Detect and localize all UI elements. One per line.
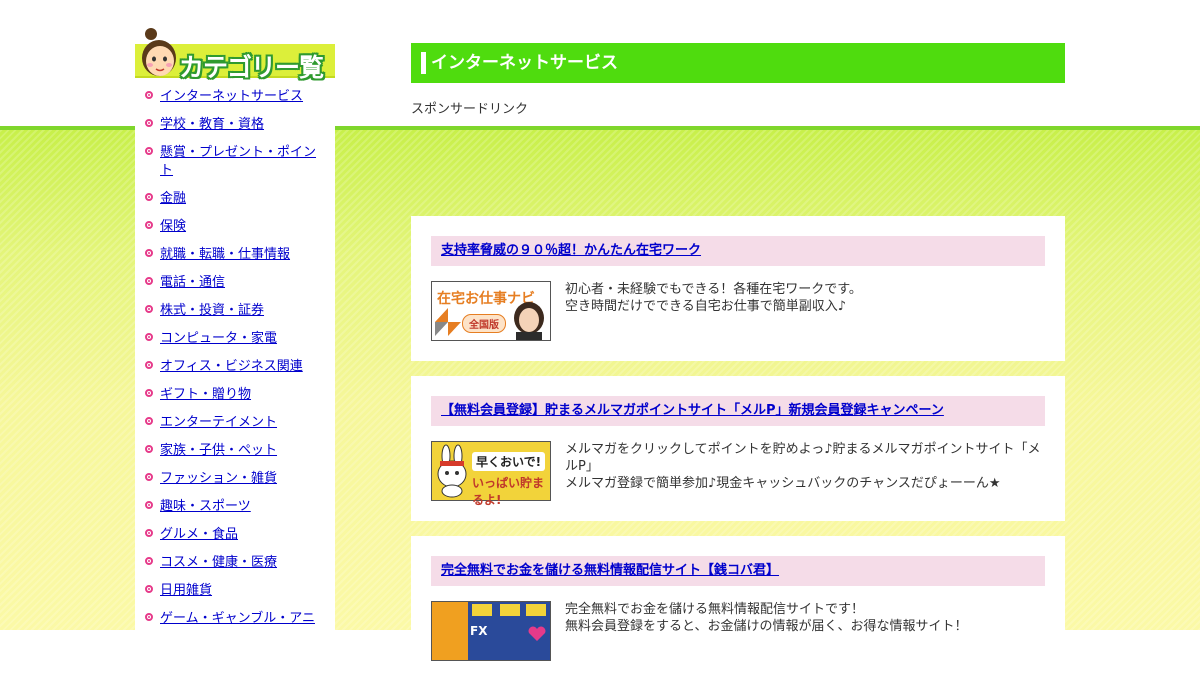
rabbit-icon <box>437 444 467 498</box>
zenikoba-banner-image[interactable]: FX <box>431 601 551 661</box>
category-item: 就職・転職・仕事情報 <box>135 242 335 270</box>
category-item: 保険 <box>135 214 335 242</box>
bullet-icon <box>145 277 153 285</box>
category-header: カテゴリー覧 <box>135 28 335 82</box>
zaitaku-banner-image[interactable]: 在宅お仕事ナビ 全国版 <box>431 281 551 341</box>
merup-banner-image[interactable]: 早くおいで! いっぱい貯まるよ! <box>431 441 551 507</box>
category-link[interactable]: 就職・転職・仕事情報 <box>160 247 290 262</box>
bullet-icon <box>145 417 153 425</box>
category-link[interactable]: エンターテイメント <box>160 415 277 430</box>
bullet-icon <box>145 91 153 99</box>
bullet-icon <box>145 147 153 155</box>
category-item: 家族・子供・ペット <box>135 438 335 466</box>
category-link[interactable]: 学校・教育・資格 <box>160 117 264 132</box>
bullet-icon <box>145 249 153 257</box>
category-item: 電話・通信 <box>135 270 335 298</box>
section-title: インターネットサービス <box>411 43 1065 83</box>
bullet-icon <box>145 305 153 313</box>
section-title-text: インターネットサービス <box>431 53 618 73</box>
woman-photo-icon <box>514 302 544 340</box>
ad-card-description: 初心者・未経験でもできる！各種在宅ワークです。 空き時間だけでできる自宅お仕事で… <box>565 282 862 314</box>
category-item: ファッション・雑貨 <box>135 466 335 494</box>
bullet-icon <box>145 389 153 397</box>
bullet-icon <box>145 361 153 369</box>
category-link[interactable]: 保険 <box>160 219 186 234</box>
bullet-icon <box>145 333 153 341</box>
category-title: カテゴリー覧 <box>179 53 324 82</box>
category-link[interactable]: ファッション・雑貨 <box>160 471 277 486</box>
ad-card-description: メルマガをクリックしてポイントを貯めよっ♪貯まるメルマガポイントサイト「メルP」… <box>565 442 1041 491</box>
bullet-icon <box>145 585 153 593</box>
category-item: 学校・教育・資格 <box>135 112 335 140</box>
category-link[interactable]: 日用雑貨 <box>160 583 212 598</box>
category-link[interactable]: 株式・投資・証券 <box>160 303 264 318</box>
category-item: 懸賞・プレゼント・ポイント <box>135 140 335 186</box>
category-link[interactable]: 金融 <box>160 191 186 206</box>
category-item: ギフト・贈り物 <box>135 382 335 410</box>
category-link[interactable]: 電話・通信 <box>160 275 225 290</box>
category-link[interactable]: 趣味・スポーツ <box>160 499 251 514</box>
category-link[interactable]: 家族・子供・ペット <box>160 443 277 458</box>
bullet-icon <box>145 221 153 229</box>
bullet-icon <box>145 557 153 565</box>
category-link[interactable]: ゲーム・ギャンブル・アニ <box>160 611 315 626</box>
category-link[interactable]: オフィス・ビジネス関連 <box>160 359 303 374</box>
logo-icon <box>435 308 461 336</box>
category-item: 趣味・スポーツ <box>135 494 335 522</box>
bullet-icon <box>145 501 153 509</box>
ad-card: 完全無料でお金を儲ける無料情報配信サイト【銭コバ君】 FX 完全無料でお金を儲け… <box>411 536 1065 696</box>
category-link[interactable]: 懸賞・プレゼント・ポイント <box>160 145 316 178</box>
category-list: インターネットサービス 学校・教育・資格懸賞・プレゼント・ポイント金融保険就職・転… <box>135 82 335 644</box>
ad-card-title: 【無料会員登録】貯まるメルマガポイントサイト「メルP」新規会員登録キャンペーン <box>431 396 1045 426</box>
category-item: 日用雑貨 <box>135 578 335 606</box>
bullet-icon <box>145 613 153 621</box>
bullet-icon <box>145 529 153 537</box>
girl-face-icon <box>142 28 176 76</box>
ad-card-link[interactable]: 支持率脅威の９０％超！かんたん在宅ワーク <box>441 243 701 258</box>
category-item: エンターテイメント <box>135 410 335 438</box>
category-link[interactable]: ギフト・贈り物 <box>160 387 251 402</box>
category-item: コスメ・健康・医療 <box>135 550 335 578</box>
ad-card-link[interactable]: 完全無料でお金を儲ける無料情報配信サイト【銭コバ君】 <box>441 563 779 578</box>
category-item: 株式・投資・証券 <box>135 298 335 326</box>
heart-icon <box>528 626 546 641</box>
category-link[interactable]: インターネットサービス <box>160 89 303 104</box>
category-link[interactable]: コンピュータ・家電 <box>160 331 277 346</box>
ad-card: 【無料会員登録】貯まるメルマガポイントサイト「メルP」新規会員登録キャンペーン … <box>411 376 1065 521</box>
ad-card-title: 完全無料でお金を儲ける無料情報配信サイト【銭コバ君】 <box>431 556 1045 586</box>
category-item: オフィス・ビジネス関連 <box>135 354 335 382</box>
category-item: インターネットサービス <box>135 84 335 112</box>
category-link[interactable]: グルメ・食品 <box>160 527 238 542</box>
bullet-icon <box>145 473 153 481</box>
sidebar: カテゴリー覧 インターネットサービス 学校・教育・資格懸賞・プレゼント・ポイント金… <box>135 28 335 644</box>
category-item: 金融 <box>135 186 335 214</box>
ad-card-link[interactable]: 【無料会員登録】貯まるメルマガポイントサイト「メルP」新規会員登録キャンペーン <box>441 403 944 418</box>
ad-card-title: 支持率脅威の９０％超！かんたん在宅ワーク <box>431 236 1045 266</box>
category-item: グルメ・食品 <box>135 522 335 550</box>
bullet-icon <box>145 193 153 201</box>
sponsor-label: スポンサードリンク <box>411 102 529 117</box>
ad-card: 支持率脅威の９０％超！かんたん在宅ワーク 在宅お仕事ナビ 全国版 初心者・未経験… <box>411 216 1065 361</box>
category-link[interactable]: コスメ・健康・医療 <box>160 555 277 570</box>
bullet-icon <box>145 119 153 127</box>
bullet-icon <box>145 445 153 453</box>
category-item: コンピュータ・家電 <box>135 326 335 354</box>
